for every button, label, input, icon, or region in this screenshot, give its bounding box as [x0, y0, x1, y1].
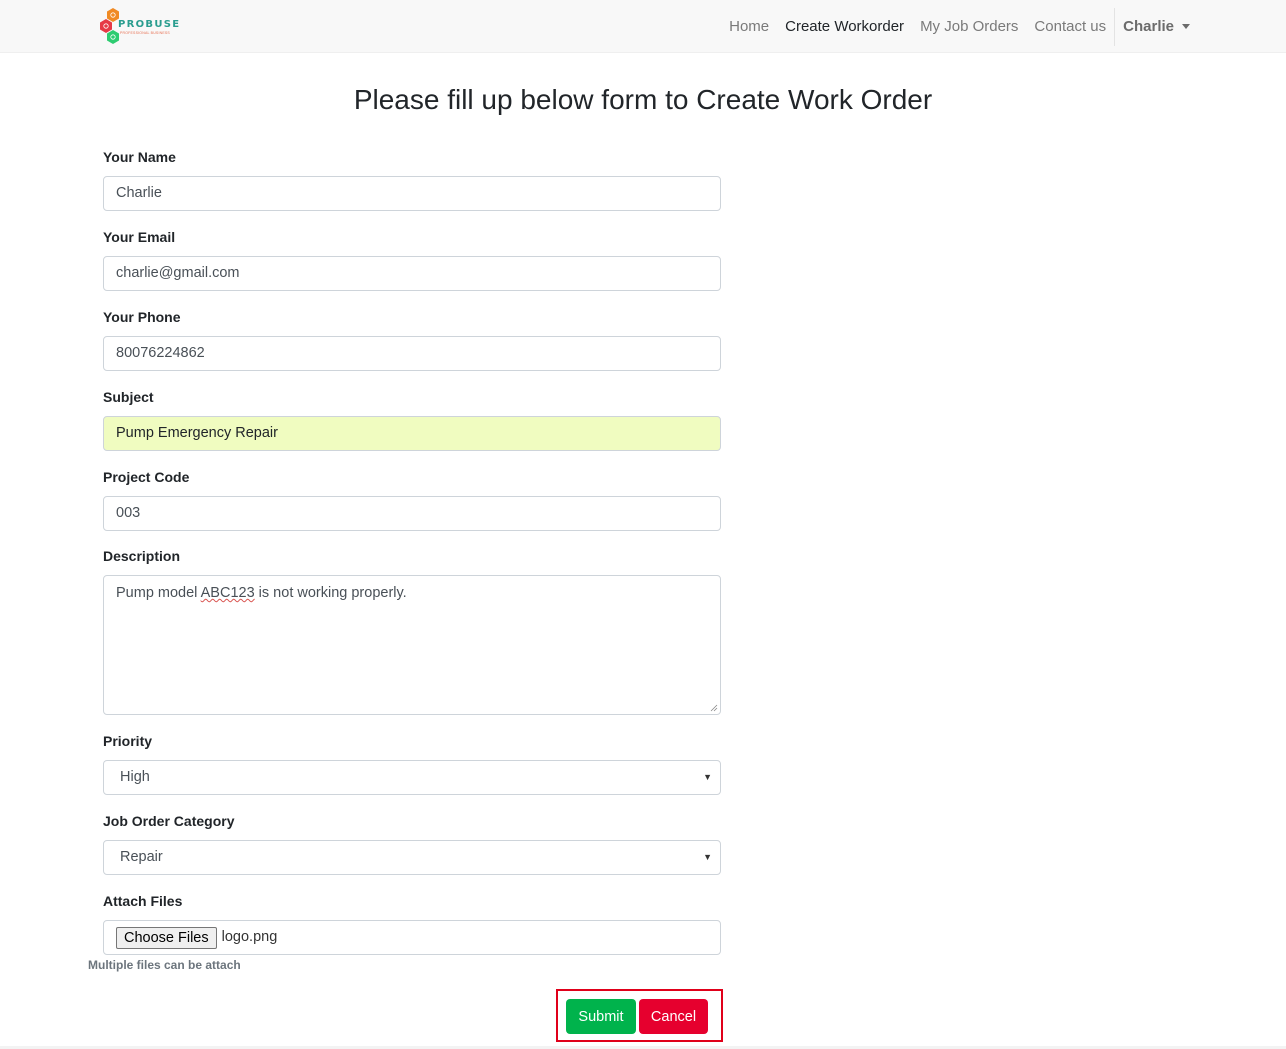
nav-home[interactable]: Home: [721, 18, 777, 35]
priority-select[interactable]: High ▼: [103, 760, 721, 795]
user-name: Charlie: [1123, 18, 1174, 35]
submit-button[interactable]: Submit: [566, 999, 636, 1034]
caret-down-icon: [1182, 24, 1190, 29]
nav-create-workorder[interactable]: Create Workorder: [777, 18, 912, 35]
phone-input[interactable]: 80076224862: [103, 336, 721, 371]
brand-logo[interactable]: PROBUSE PROFESSIONAL BUSINESS: [100, 8, 179, 46]
description-text-end: is not working properly.: [254, 585, 407, 601]
brand-name: PROBUSE: [118, 19, 181, 30]
subject-label: Subject: [103, 389, 154, 405]
category-selected-value: Repair: [120, 849, 163, 865]
description-label: Description: [103, 548, 181, 564]
phone-label: Your Phone: [103, 309, 181, 325]
email-label: Your Email: [103, 229, 176, 245]
user-menu-dropdown[interactable]: Charlie: [1115, 18, 1190, 35]
nav-my-job-orders[interactable]: My Job Orders: [912, 18, 1026, 35]
email-value: charlie@gmail.com: [116, 265, 240, 281]
subject-value: Pump Emergency Repair: [116, 425, 278, 441]
page-title: Please fill up below form to Create Work…: [353, 84, 933, 115]
cancel-button[interactable]: Cancel: [639, 999, 708, 1034]
description-textarea[interactable]: Pump model ABC123 is not working properl…: [103, 575, 721, 715]
selected-file-name: logo.png: [221, 929, 278, 945]
attach-files-label: Attach Files: [103, 893, 183, 909]
nav-contact-us[interactable]: Contact us: [1026, 18, 1114, 35]
resize-handle-icon[interactable]: [710, 704, 718, 712]
category-select[interactable]: Repair ▼: [103, 840, 721, 875]
brand-tagline: PROFESSIONAL BUSINESS: [120, 31, 170, 35]
choose-files-button[interactable]: Choose Files: [116, 926, 217, 949]
description-text-start: Pump model: [116, 585, 201, 601]
name-input[interactable]: Charlie: [103, 176, 721, 211]
phone-value: 80076224862: [116, 345, 205, 361]
attach-help-text: Multiple files can be attach: [88, 958, 241, 972]
subject-input[interactable]: Pump Emergency Repair: [103, 416, 721, 451]
priority-selected-value: High: [120, 769, 150, 785]
project-code-value: 003: [116, 505, 141, 521]
email-input[interactable]: charlie@gmail.com: [103, 256, 721, 291]
project-code-label: Project Code: [103, 469, 190, 485]
nav-menu: Home Create Workorder My Job Orders Cont…: [721, 0, 1190, 53]
dropdown-arrow-icon: ▼: [703, 852, 712, 862]
dropdown-arrow-icon: ▼: [703, 772, 712, 782]
navbar: PROBUSE PROFESSIONAL BUSINESS Home Creat…: [0, 0, 1286, 53]
name-label: Your Name: [103, 149, 176, 165]
project-code-input[interactable]: 003: [103, 496, 721, 531]
category-label: Job Order Category: [103, 813, 235, 829]
attach-files-input[interactable]: Choose Files logo.png: [103, 920, 721, 955]
description-spellcheck-word: ABC123: [200, 585, 255, 601]
priority-label: Priority: [103, 733, 153, 749]
name-value: Charlie: [116, 185, 162, 201]
